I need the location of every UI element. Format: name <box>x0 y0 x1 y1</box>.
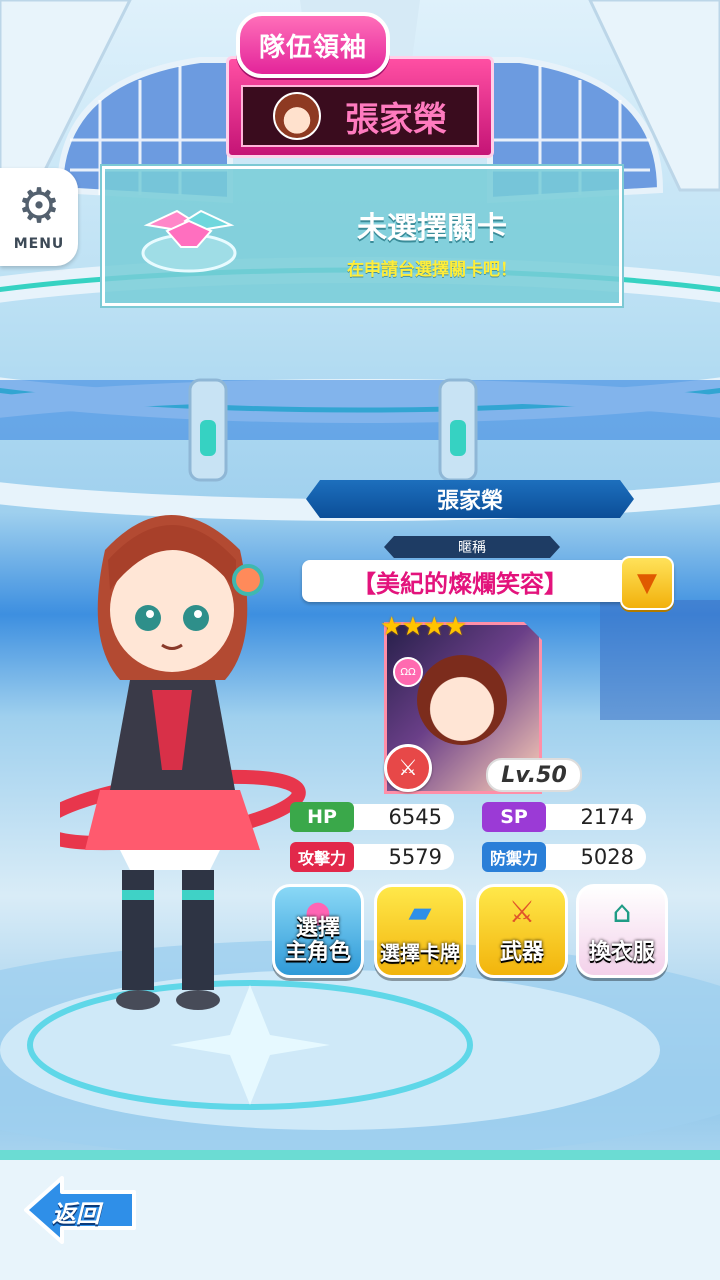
menu-button[interactable]: ⚙ MENU <box>0 168 78 266</box>
card-level: Lv.50 <box>486 758 582 792</box>
sp-value: 2174 <box>540 804 646 830</box>
card-portrait <box>417 655 507 745</box>
attack-value: 5579 <box>348 844 454 870</box>
back-label: 返回 <box>52 1200 100 1228</box>
change-outfit-label: 換衣服 <box>588 940 655 965</box>
weapon-label: 武器 <box>499 940 544 965</box>
select-cards-button[interactable]: ▰ 選擇卡牌 <box>374 884 466 978</box>
hanger-icon: ⌂ <box>612 895 632 930</box>
title-dropdown[interactable]: 【美紀的燦爛笑容】 ▼ <box>302 556 674 610</box>
defense-value: 5028 <box>540 844 646 870</box>
team-leader-label: 隊伍領袖 <box>236 12 390 78</box>
player-name-banner: 張家榮 <box>306 480 634 518</box>
stat-attack: 5579 攻擊力 <box>290 842 458 872</box>
sword-icon: ⚔ <box>384 744 432 792</box>
sword-icon: ⚔ <box>508 895 536 930</box>
attack-label: 攻擊力 <box>290 842 354 872</box>
stage-title: 未選擇關卡 <box>357 211 507 246</box>
stage-select-panel[interactable]: 未選擇關卡 在申請台選擇關卡吧！ <box>102 166 622 306</box>
chevron-down-icon[interactable]: ▼ <box>620 556 674 610</box>
card-badge: ΩΩ <box>393 657 423 687</box>
select-cards-label: 選擇卡牌 <box>380 941 460 965</box>
change-outfit-button[interactable]: ⌂ 換衣服 <box>576 884 668 978</box>
leader-avatar <box>273 92 321 140</box>
stat-sp: 2174 SP <box>482 802 650 832</box>
card-icon: ▰ <box>408 895 432 930</box>
defense-label: 防禦力 <box>482 842 546 872</box>
weapon-button[interactable]: ⚔ 武器 <box>476 884 568 978</box>
stat-defense: 5028 防禦力 <box>482 842 650 872</box>
title-value: 【美紀的燦爛笑容】 <box>352 569 568 598</box>
sp-label: SP <box>482 802 546 832</box>
leader-name: 張家榮 <box>345 99 447 140</box>
hp-value: 6545 <box>348 804 454 830</box>
gear-icon: ⚙ <box>17 178 61 234</box>
select-character-label: 選擇 主角色 <box>284 916 351 965</box>
card-rarity-stars: ★★★★ <box>380 612 467 642</box>
stat-hp: 6545 HP <box>290 802 458 832</box>
hp-label: HP <box>290 802 354 832</box>
stage-subtitle: 在申請台選擇關卡吧！ <box>347 260 517 280</box>
select-character-button[interactable]: ● 選擇 主角色 <box>272 884 364 978</box>
back-button[interactable]: 返回 <box>22 1174 140 1246</box>
menu-label: MENU <box>13 236 65 252</box>
handshake-icon <box>137 191 241 277</box>
title-label: 暱稱 <box>384 536 560 558</box>
